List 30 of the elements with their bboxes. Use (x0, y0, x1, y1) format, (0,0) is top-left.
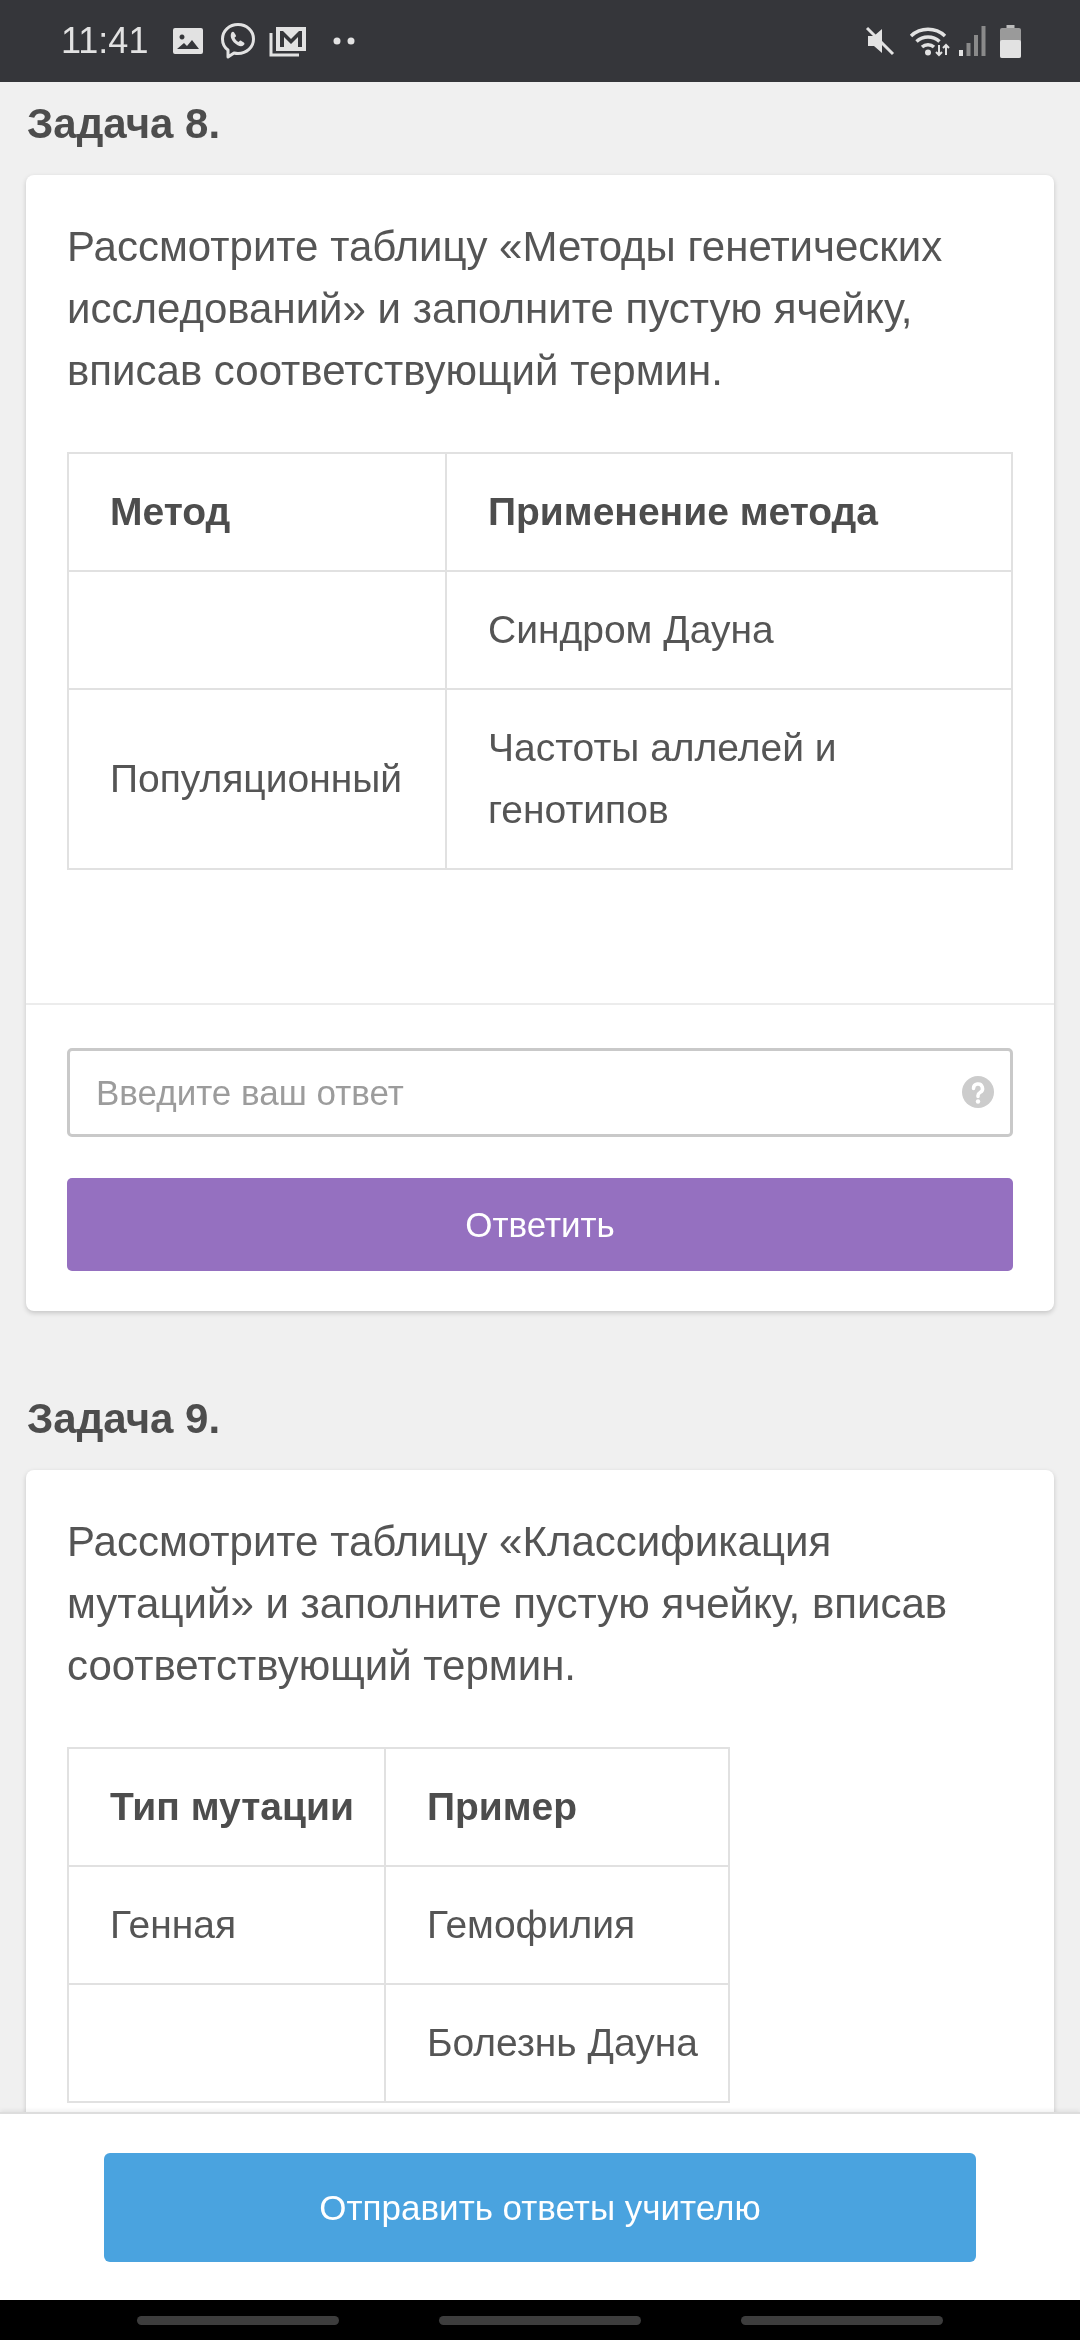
table-cell: Генная (68, 1866, 385, 1984)
table-cell: Гемофилия (384, 1866, 729, 1984)
gesture-hint-bar[interactable] (439, 2315, 641, 2325)
task-heading: Задача 9. (26, 1394, 222, 1444)
table-cell: Популяционный (68, 689, 446, 869)
clock-time: 11:41 (61, 23, 149, 59)
mute-icon (865, 26, 895, 56)
battery-icon (1000, 24, 1021, 58)
table-cell: Синдром Дауна (446, 571, 1012, 689)
more-notifications-icon (333, 37, 356, 45)
image-icon (173, 28, 204, 54)
submit-answers-button[interactable]: Отправить ответы учителю (104, 2153, 976, 2262)
signal-icon (959, 26, 986, 56)
task-heading: Задача 8. (26, 99, 222, 149)
phone-bubble-icon (220, 22, 257, 60)
task-prompt: Рассмотрите таблицу «Классификация мутаций» и заполните пустую ячейку, вписав соответствующий термин. (67, 1517, 949, 1691)
table-header-cell: Метод (68, 453, 446, 571)
answer-input[interactable]: Введите ваш ответ (67, 1048, 1013, 1137)
help-icon[interactable] (962, 1076, 994, 1108)
table-header-cell: Тип мутации (68, 1748, 385, 1866)
gesture-hint-bar[interactable] (741, 2315, 943, 2325)
wifi-icon (908, 25, 950, 57)
table-cell: Болезнь Дауна (384, 1984, 729, 2102)
answer-button[interactable]: Ответить (67, 1178, 1013, 1271)
task-prompt: Рассмотрите таблицу «Методы генетических исследований» и заполните пустую ячейку, вписав соответствующий термин. (67, 222, 944, 396)
gesture-hint-bar[interactable] (137, 2315, 339, 2325)
table-cell: Частоты аллелей и генотипов (446, 689, 1012, 869)
table-header-cell: Применение метода (446, 453, 1012, 571)
mail-icon (269, 25, 308, 57)
table-header-cell: Пример (384, 1748, 729, 1866)
